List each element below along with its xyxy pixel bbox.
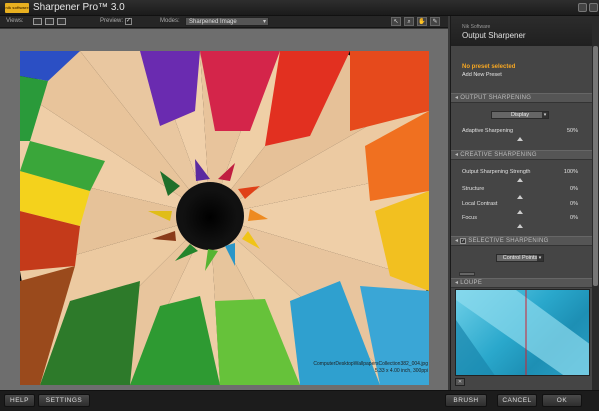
panel-header: Nik Software Output Sharpener	[451, 16, 592, 46]
device-select[interactable]: Display ▾	[491, 111, 549, 119]
selective-sharpening-checkbox[interactable]: ✓	[460, 238, 467, 244]
focus-slider[interactable]	[517, 224, 523, 228]
local-contrast-value: 0%	[570, 201, 578, 207]
hand-icon[interactable]: ✋	[417, 17, 427, 26]
structure-label: Structure	[462, 186, 485, 192]
title-bar: nik software Sharpener Pro™ 3.0	[0, 0, 599, 16]
adaptive-sharpening-slider[interactable]	[517, 137, 523, 141]
mode-select-value: Sharpened Image	[189, 19, 237, 25]
control-point-tool[interactable]	[459, 272, 475, 276]
panel-scrollbar[interactable]	[592, 16, 599, 390]
adaptive-sharpening-label: Adaptive Sharpening	[462, 128, 514, 134]
local-contrast-slider[interactable]	[517, 210, 523, 214]
loupe-pin-button[interactable]: ✕	[455, 378, 465, 386]
loupe-title: LOUPE	[460, 280, 483, 286]
strength-value: 100%	[563, 169, 578, 175]
preview-image[interactable]	[20, 51, 429, 385]
help-button[interactable]: HELP	[4, 394, 35, 407]
side-by-side-view-icon[interactable]	[57, 18, 66, 25]
window-minimize-button[interactable]	[578, 3, 587, 12]
control-points-value: Control Points	[502, 255, 538, 261]
structure-value: 0%	[570, 186, 578, 192]
window-close-button[interactable]	[589, 3, 598, 12]
output-sharpening-title: OUTPUT SHARPENING	[460, 95, 532, 101]
loupe-view[interactable]	[455, 289, 590, 376]
right-panel: Nik Software Output Sharpener No preset …	[450, 16, 599, 390]
single-view-icon[interactable]	[33, 18, 42, 25]
focus-value: 0%	[570, 215, 578, 221]
creative-sharpening-header[interactable]: ◂ CREATIVE SHARPENING	[451, 150, 592, 160]
loupe-image	[456, 290, 589, 375]
nik-logo: nik software	[5, 3, 29, 13]
loupe-header[interactable]: ◂ LOUPE	[451, 278, 592, 288]
adaptive-sharpening-value: 50%	[566, 128, 578, 134]
chevron-down-icon: ▾	[537, 255, 543, 261]
app-title: Sharpener Pro™ 3.0	[33, 2, 125, 13]
chevron-down-icon: ▾	[542, 112, 548, 118]
image-dimensions: 5.33 x 4.00 inch, 300ppi	[374, 368, 428, 374]
views-label: Views:	[6, 18, 24, 24]
image-filename: ComputerDesktopWallpapersCollection382_0…	[313, 361, 428, 367]
selective-sharpening-header[interactable]: ◂ ✓ SELECTIVE SHARPENING	[451, 236, 592, 246]
output-sharpening-header[interactable]: ◂ OUTPUT SHARPENING	[451, 93, 592, 103]
creative-sharpening-title: CREATIVE SHARPENING	[460, 152, 537, 158]
strength-label: Output Sharpening Strength	[462, 169, 531, 175]
selective-sharpening-title: SELECTIVE SHARPENING	[468, 238, 549, 244]
split-view-icon[interactable]	[45, 18, 54, 25]
add-preset-link[interactable]: Add New Preset	[462, 72, 502, 78]
magnifier-icon[interactable]: ⌕	[404, 17, 414, 26]
device-select-value: Display	[510, 112, 530, 118]
settings-button[interactable]: SETTINGS	[38, 394, 90, 407]
structure-slider[interactable]	[517, 195, 523, 199]
panel-title: Output Sharpener	[462, 31, 526, 40]
preview-label: Preview:	[100, 18, 124, 24]
modes-label: Modes:	[160, 18, 180, 24]
preview-toolbar: Views: Preview: Modes: Sharpened Image ↖…	[0, 16, 448, 28]
preview-area: ComputerDesktopWallpapersCollection382_0…	[0, 29, 448, 390]
scrollbar-thumb[interactable]	[593, 46, 598, 286]
colored-pencils-image	[20, 51, 429, 385]
cancel-button[interactable]: CANCEL	[497, 394, 537, 407]
strength-slider[interactable]	[517, 178, 523, 182]
focus-label: Focus	[462, 215, 477, 221]
preview-checkbox[interactable]	[125, 17, 132, 25]
brush-button[interactable]: BRUSH	[445, 394, 487, 407]
eyedropper-icon[interactable]: ✎	[430, 17, 440, 26]
mode-select[interactable]: Sharpened Image	[185, 17, 269, 26]
preset-status: No preset selected	[462, 64, 516, 70]
ok-button[interactable]: OK	[542, 394, 582, 407]
bottom-bar: HELP SETTINGS BRUSH CANCEL OK	[0, 390, 599, 411]
local-contrast-label: Local Contrast	[462, 201, 498, 207]
control-points-select[interactable]: Control Points ▾	[496, 254, 544, 262]
vendor-label: Nik Software	[462, 24, 491, 30]
zoom-arrow-icon[interactable]: ↖	[391, 17, 401, 26]
